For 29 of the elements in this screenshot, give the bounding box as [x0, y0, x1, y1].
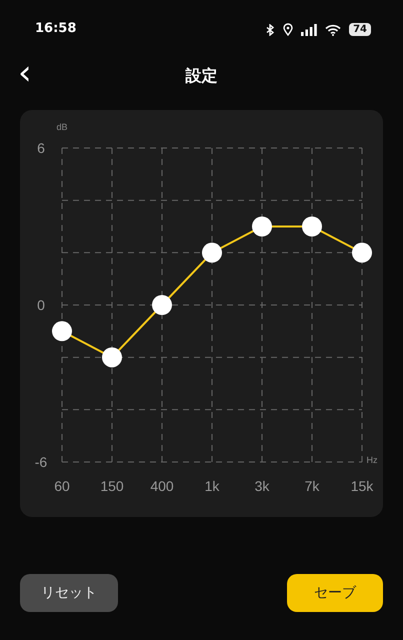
eq-handle[interactable]	[52, 321, 72, 342]
wifi-icon	[325, 24, 342, 36]
x-tick-label: 150	[100, 478, 124, 494]
x-tick-label: 60	[54, 478, 70, 494]
battery-indicator: 74	[349, 23, 371, 36]
location-icon	[283, 23, 294, 36]
y-tick-label: 0	[37, 297, 45, 313]
eq-handle[interactable]	[252, 216, 272, 236]
x-axis-label: Hz	[366, 455, 378, 465]
eq-handle[interactable]	[302, 216, 322, 236]
x-tick-label: 1k	[204, 478, 220, 494]
x-tick-label: 3k	[254, 478, 270, 494]
eq-handle[interactable]	[152, 295, 172, 315]
eq-handle[interactable]	[102, 347, 122, 368]
x-tick-label: 400	[150, 478, 174, 494]
x-tick-label: 7k	[304, 478, 320, 494]
eq-handle[interactable]	[352, 242, 372, 263]
reset-button[interactable]: リセット	[20, 574, 118, 612]
x-tick-label: 15k	[350, 478, 374, 494]
y-tick-label: -6	[34, 454, 48, 470]
y-axis-label: dB	[56, 122, 68, 132]
status-time: 16:58	[35, 21, 76, 36]
y-tick-label: 6	[37, 140, 45, 156]
save-button[interactable]: セーブ	[287, 574, 383, 612]
page-title: 設定	[186, 66, 218, 86]
eq-handle[interactable]	[202, 242, 222, 263]
back-button[interactable]: ‹	[14, 56, 36, 90]
signal-icon	[301, 24, 318, 36]
bluetooth-icon	[266, 24, 276, 36]
